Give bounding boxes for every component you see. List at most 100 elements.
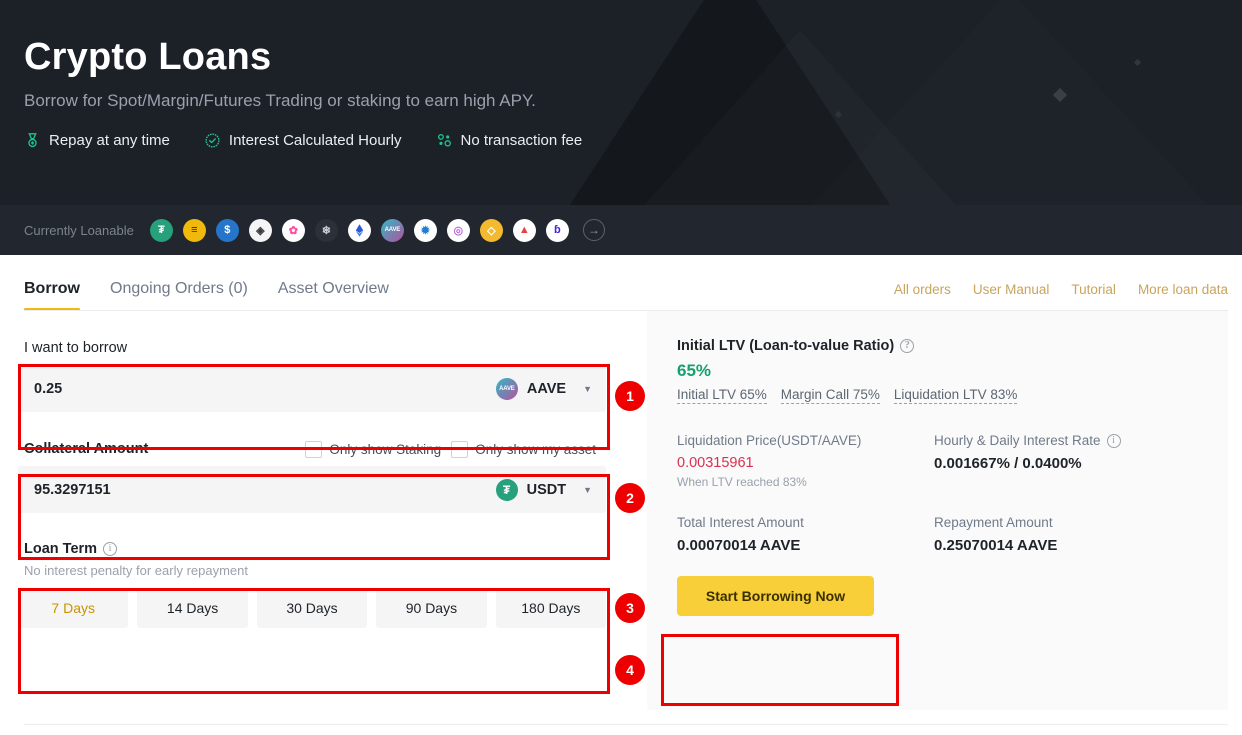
- borrow-amount-value: 0.25: [34, 380, 63, 397]
- tab-ongoing-orders[interactable]: Ongoing Orders (0): [110, 280, 248, 311]
- cta-wrap: Start Borrowing Now: [677, 576, 1228, 616]
- link-all-orders[interactable]: All orders: [894, 282, 951, 297]
- interest-rate-cell: Hourly & Daily Interest Rate i 0.001667%…: [934, 433, 1191, 489]
- loan-term-14-days[interactable]: 14 Days: [137, 588, 248, 628]
- hero-feature-label: Repay at any time: [49, 132, 170, 149]
- liquidation-price-label: Liquidation Price(USDT/AAVE): [677, 433, 862, 448]
- link-user-manual[interactable]: User Manual: [973, 282, 1050, 297]
- bottom-divider: [24, 724, 1228, 725]
- coin-icon-mkr[interactable]: ◎: [446, 218, 470, 242]
- loan-summary-panel: Initial LTV (Loan-to-value Ratio) ? 65% …: [647, 311, 1228, 710]
- loan-term-90-days[interactable]: 90 Days: [376, 588, 487, 628]
- chip-initial-ltv[interactable]: Initial LTV 65%: [677, 387, 767, 404]
- hero-feature-nofee: No transaction fee: [436, 132, 583, 149]
- chip-margin-call[interactable]: Margin Call 75%: [780, 387, 880, 404]
- page-subtitle: Borrow for Spot/Margin/Futures Trading o…: [24, 91, 536, 110]
- total-interest-label: Total Interest Amount: [677, 515, 804, 530]
- borrow-amount-input[interactable]: 0.25 AAVE AAVE ▼: [18, 365, 606, 412]
- link-more-loan-data[interactable]: More loan data: [1138, 282, 1228, 297]
- start-borrowing-button[interactable]: Start Borrowing Now: [677, 576, 874, 616]
- info-icon[interactable]: i: [103, 542, 118, 556]
- liquidation-price-cell: Liquidation Price(USDT/AAVE) 0.00315961 …: [677, 433, 934, 489]
- annotation-badge-3: 3: [615, 593, 645, 623]
- repayment-amount-label: Repayment Amount: [934, 515, 1053, 530]
- chevron-down-icon[interactable]: ▼: [583, 384, 592, 394]
- medal-icon: [24, 132, 41, 149]
- collateral-amount-group: Collateral Amount Only show Staking Only…: [18, 432, 606, 513]
- borrow-amount-group: I want to borrow 0.25 AAVE AAVE ▼: [18, 331, 606, 412]
- borrow-amount-label: I want to borrow: [24, 340, 128, 356]
- coin-icon-aave[interactable]: AAVE: [380, 218, 404, 242]
- collateral-amount-label: Collateral Amount: [24, 441, 149, 457]
- ltv-chip-row: Initial LTV 65% Margin Call 75% Liquidat…: [677, 387, 1228, 404]
- tab-asset-overview[interactable]: Asset Overview: [278, 280, 389, 311]
- hero-feature-repay: Repay at any time: [24, 132, 170, 149]
- summary-row-1: Liquidation Price(USDT/AAVE) 0.00315961 …: [677, 433, 1228, 489]
- coin-icon-near[interactable]: ✹: [413, 218, 437, 242]
- interest-rate-value: 0.001667% / 0.0400%: [934, 455, 1082, 472]
- interest-rate-label-text: Hourly & Daily Interest Rate: [934, 433, 1101, 448]
- tab-borrow[interactable]: Borrow: [24, 280, 80, 311]
- checkbox-box[interactable]: [451, 440, 469, 458]
- liquidation-price-note: When LTV reached 83%: [677, 475, 807, 489]
- borrow-form: I want to borrow 0.25 AAVE AAVE ▼ Collat…: [0, 311, 647, 710]
- repayment-amount-value: 0.25070014 AAVE: [934, 537, 1058, 554]
- coin-icon-eth[interactable]: [347, 218, 371, 242]
- link-tutorial[interactable]: Tutorial: [1071, 282, 1116, 297]
- loan-term-options: 7 Days 14 Days 30 Days 90 Days 180 Days: [18, 588, 607, 628]
- chip-liquidation-ltv[interactable]: Liquidation LTV 83%: [893, 387, 1018, 404]
- loan-term-label: Loan Term: [24, 541, 98, 557]
- initial-ltv-title: Initial LTV (Loan-to-value Ratio) ?: [677, 338, 1228, 354]
- check-badge-icon: [204, 132, 221, 149]
- coin-icon-usdt[interactable]: ₮: [149, 218, 173, 242]
- hero-feature-list: Repay at any time Interest Calculated Ho…: [24, 132, 1242, 149]
- hero-feature-label: No transaction fee: [460, 132, 583, 149]
- hero-banner: Crypto Loans Borrow for Spot/Margin/Futu…: [0, 0, 1242, 205]
- coin-icon-avax[interactable]: ▲: [512, 218, 536, 242]
- top-link-list: All orders User Manual Tutorial More loa…: [894, 282, 1228, 311]
- currently-loanable-strip: Currently Loanable ₮ ≡ $ ◈ ✿ ❄ AAVE ✹ ◎ …: [0, 205, 1242, 255]
- checkbox-only-show-staking[interactable]: Only show Staking: [305, 440, 442, 458]
- coin-icon-usdc[interactable]: $: [215, 218, 239, 242]
- collateral-asset-selector[interactable]: ₮ USDT ▼: [495, 478, 592, 501]
- loan-term-group: Loan Term i No interest penalty for earl…: [18, 535, 607, 628]
- page-title: Crypto Loans: [24, 36, 272, 78]
- currently-loanable-label: Currently Loanable: [24, 222, 134, 238]
- initial-ltv-title-text: Initial LTV (Loan-to-value Ratio): [677, 338, 895, 354]
- chevron-down-icon[interactable]: ▼: [583, 485, 592, 495]
- loan-term-7-days[interactable]: 7 Days: [18, 588, 129, 628]
- initial-ltv-value: 65%: [677, 361, 712, 380]
- coin-icon-frax[interactable]: ❄: [314, 218, 338, 242]
- liquidation-price-value: 0.00315961: [677, 455, 754, 471]
- checkbox-box[interactable]: [305, 440, 323, 458]
- aave-coin-icon: AAVE: [495, 377, 518, 400]
- usdt-coin-icon: ₮: [495, 478, 518, 501]
- info-icon[interactable]: i: [1106, 433, 1121, 448]
- coin-icon-bnb[interactable]: ◇: [479, 218, 503, 242]
- checkbox-label: Only show Staking: [329, 441, 442, 457]
- coin-icon-dai[interactable]: ◈: [248, 218, 272, 242]
- checkbox-only-show-my-asset[interactable]: Only show my asset: [451, 440, 596, 458]
- summary-row-2: Total Interest Amount 0.00070014 AAVE Re…: [677, 515, 1228, 554]
- annotation-badge-4: 4: [615, 655, 645, 685]
- coin-icon-sushi[interactable]: ✿: [281, 218, 305, 242]
- question-circle-icon[interactable]: ?: [900, 339, 915, 353]
- coin-icon-band[interactable]: ɓ: [545, 218, 569, 242]
- tab-bar: Borrow Ongoing Orders (0) Asset Overview…: [0, 255, 1242, 311]
- hero-feature-interest: Interest Calculated Hourly: [204, 132, 402, 149]
- coin-icon-busd[interactable]: ≡: [182, 218, 206, 242]
- total-interest-value: 0.00070014 AAVE: [677, 537, 801, 554]
- loan-term-30-days[interactable]: 30 Days: [256, 588, 368, 628]
- collateral-amount-input[interactable]: 95.3297151 ₮ USDT ▼: [18, 466, 606, 513]
- tab-list: Borrow Ongoing Orders (0) Asset Overview: [24, 280, 389, 311]
- interest-rate-label: Hourly & Daily Interest Rate i: [934, 433, 1191, 448]
- crypto-loans-page: Crypto Loans Borrow for Spot/Margin/Futu…: [0, 0, 1242, 735]
- annotation-badge-1: 1: [615, 381, 645, 411]
- repayment-amount-cell: Repayment Amount 0.25070014 AAVE: [934, 515, 1191, 554]
- loan-term-180-days[interactable]: 180 Days: [495, 588, 607, 628]
- arrow-right-circle-icon[interactable]: →: [582, 219, 605, 241]
- borrow-asset-selector[interactable]: AAVE AAVE ▼: [495, 377, 592, 400]
- loan-term-helper: No interest penalty for early repayment: [24, 563, 248, 578]
- collateral-amount-value: 95.3297151: [34, 481, 111, 498]
- hero-feature-label: Interest Calculated Hourly: [228, 132, 402, 149]
